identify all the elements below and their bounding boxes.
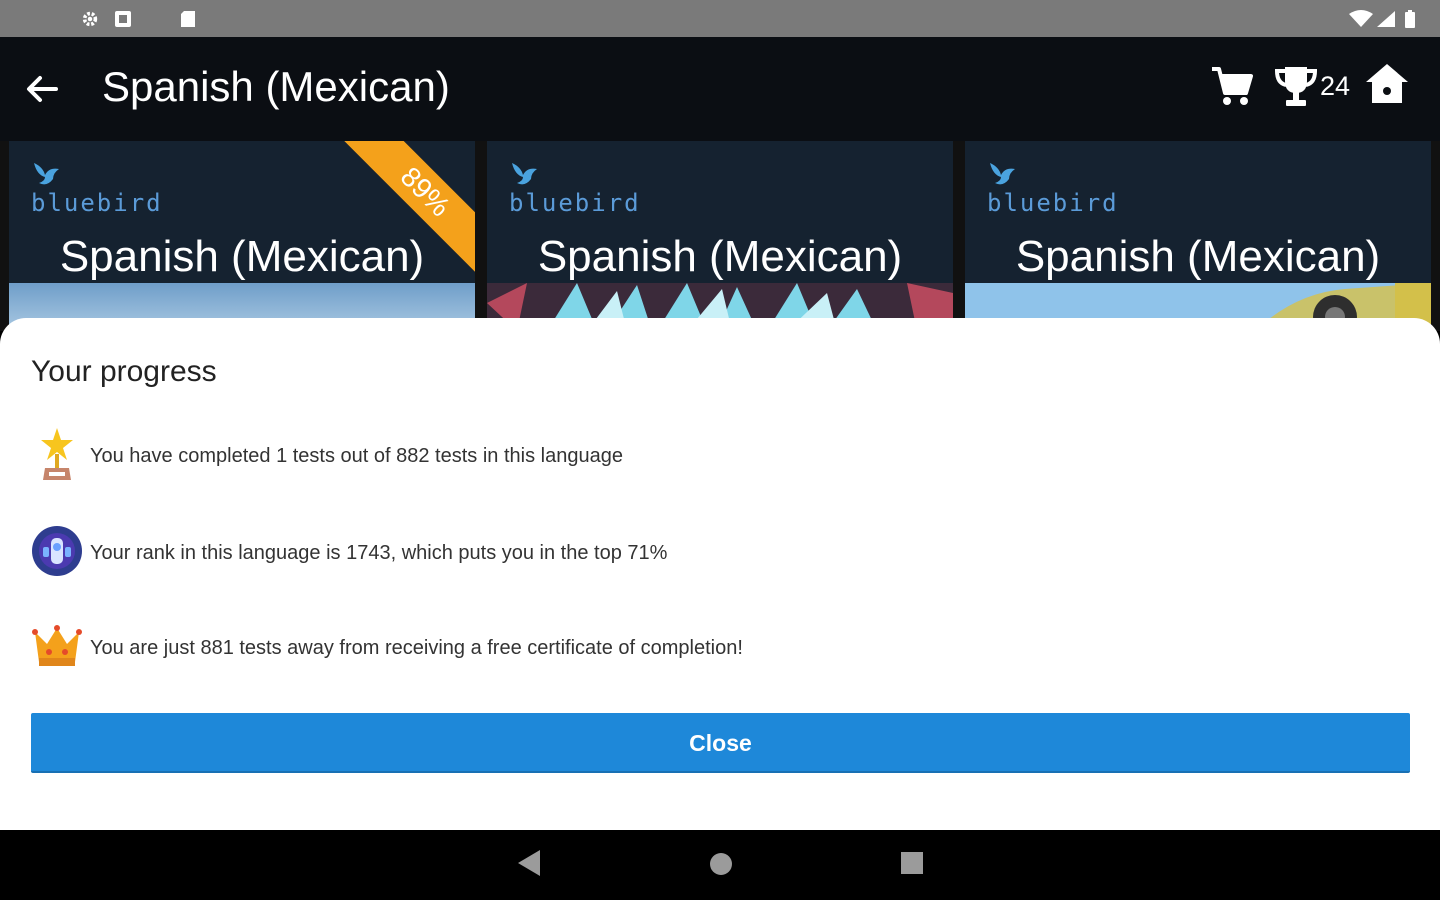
nav-recents-icon[interactable] bbox=[899, 848, 925, 878]
trophy-count: 24 bbox=[1320, 71, 1351, 101]
completed-tests-text: You have completed 1 tests out of 882 te… bbox=[90, 445, 623, 467]
dialog-title: Your progress bbox=[31, 355, 217, 388]
card-title: Spanish (Mexican) bbox=[59, 232, 425, 281]
app-bar: Spanish (Mexican) 24 bbox=[0, 37, 1440, 141]
settings-icon bbox=[82, 11, 98, 27]
card-brand: bluebird bbox=[31, 189, 163, 217]
status-bar bbox=[0, 0, 1440, 37]
page-title: Spanish (Mexican) bbox=[102, 63, 450, 110]
bluebird-logo-icon bbox=[34, 163, 59, 185]
certificate-row: You are just 881 tests away from receivi… bbox=[31, 618, 1411, 678]
rank-badge-icon bbox=[32, 526, 82, 576]
cart-icon[interactable] bbox=[1208, 63, 1254, 109]
card-title: Spanish (Mexican) bbox=[537, 232, 903, 281]
course-card[interactable]: bluebird Spanish (Mexican) bbox=[487, 141, 953, 331]
trophy-icon bbox=[1274, 67, 1318, 106]
certificate-text: You are just 881 tests away from receivi… bbox=[90, 637, 743, 659]
close-button[interactable]: Close bbox=[31, 713, 1410, 773]
notification-icon bbox=[115, 11, 131, 27]
course-card[interactable]: bluebird Spanish (Mexican) bbox=[965, 141, 1431, 331]
nav-home-icon[interactable] bbox=[708, 848, 734, 878]
signal-icon bbox=[1377, 11, 1395, 27]
system-nav-bar bbox=[0, 830, 1440, 900]
battery-icon bbox=[1405, 10, 1415, 28]
completed-tests-row: You have completed 1 tests out of 882 te… bbox=[31, 426, 1411, 486]
bluebird-logo-icon bbox=[512, 163, 537, 185]
wifi-icon bbox=[1349, 10, 1373, 27]
course-carousel: bluebird Spanish (Mexican) 89% bluebird … bbox=[0, 141, 1440, 331]
course-card[interactable]: bluebird Spanish (Mexican) 89% bbox=[9, 141, 475, 331]
crown-icon bbox=[32, 625, 82, 666]
rank-row: Your rank in this language is 1743, whic… bbox=[31, 523, 1411, 583]
bluebird-logo-icon bbox=[990, 163, 1015, 185]
rank-text: Your rank in this language is 1743, whic… bbox=[90, 542, 668, 564]
home-icon[interactable] bbox=[1364, 61, 1410, 107]
card-brand: bluebird bbox=[509, 189, 641, 217]
sd-card-icon bbox=[181, 11, 195, 27]
award-star-icon bbox=[41, 428, 73, 480]
progress-dialog: Your progress You have completed 1 tests… bbox=[0, 318, 1440, 830]
back-arrow-icon[interactable] bbox=[22, 69, 62, 109]
card-brand: bluebird bbox=[987, 189, 1119, 217]
nav-back-icon[interactable] bbox=[516, 848, 542, 878]
card-title: Spanish (Mexican) bbox=[1015, 232, 1381, 281]
